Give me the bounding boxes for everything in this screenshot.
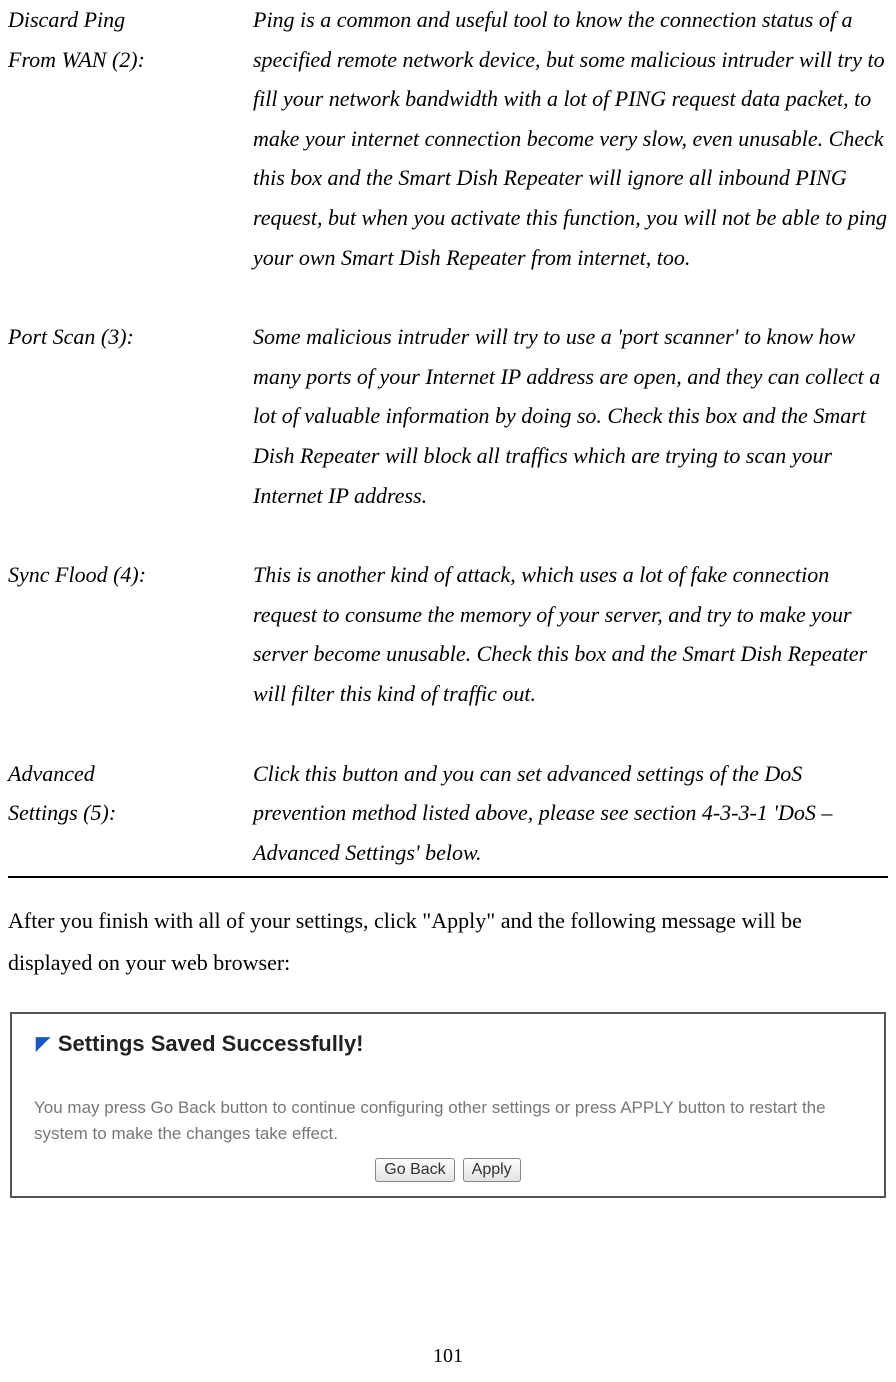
arrow-icon: ◤ <box>36 1027 50 1059</box>
page-number: 101 <box>8 1338 888 1374</box>
definition-desc-rest: the connection status of a specified rem… <box>253 7 887 270</box>
definition-row: Sync Flood (4): This is another kind of … <box>8 555 888 713</box>
definition-desc-rest: Some malicious intruder will try to use … <box>253 324 880 507</box>
definition-label-line1: Port Scan (3): <box>8 317 253 357</box>
definition-desc-rest: This is another kind of attack, which us… <box>253 562 867 706</box>
definition-label-line2: Settings (5): <box>8 793 253 833</box>
definition-label-line1: Advanced <box>8 754 253 794</box>
body-text: After you finish with all of your settin… <box>8 900 888 984</box>
settings-saved-dialog: ◤ Settings Saved Successfully! You may p… <box>10 1012 886 1199</box>
definition-label-line1: Sync Flood (4): <box>8 555 253 595</box>
apply-button[interactable]: Apply <box>463 1158 521 1182</box>
dialog-body-text: You may press Go Back button to continue… <box>12 1067 884 1150</box>
go-back-button[interactable]: Go Back <box>375 1158 454 1182</box>
dialog-title: Settings Saved Successfully! <box>58 1024 364 1064</box>
definition-row: Port Scan (3): Some malicious intruder w… <box>8 317 888 515</box>
definitions-table: Discard Ping From WAN (2): Ping is a com… <box>8 0 888 872</box>
dialog-header: ◤ Settings Saved Successfully! <box>12 1014 884 1068</box>
section-divider <box>8 876 888 878</box>
definition-desc-line1: Click this button and you can set advanc… <box>253 761 631 786</box>
definition-label-line1: Discard Ping <box>8 0 253 40</box>
definition-row: Advanced Settings (5): Click this button… <box>8 754 888 873</box>
definition-desc-line1: Ping is a common and useful tool to know <box>253 7 622 32</box>
definition-label-line2: From WAN (2): <box>8 40 253 80</box>
definition-row: Discard Ping From WAN (2): Ping is a com… <box>8 0 888 277</box>
